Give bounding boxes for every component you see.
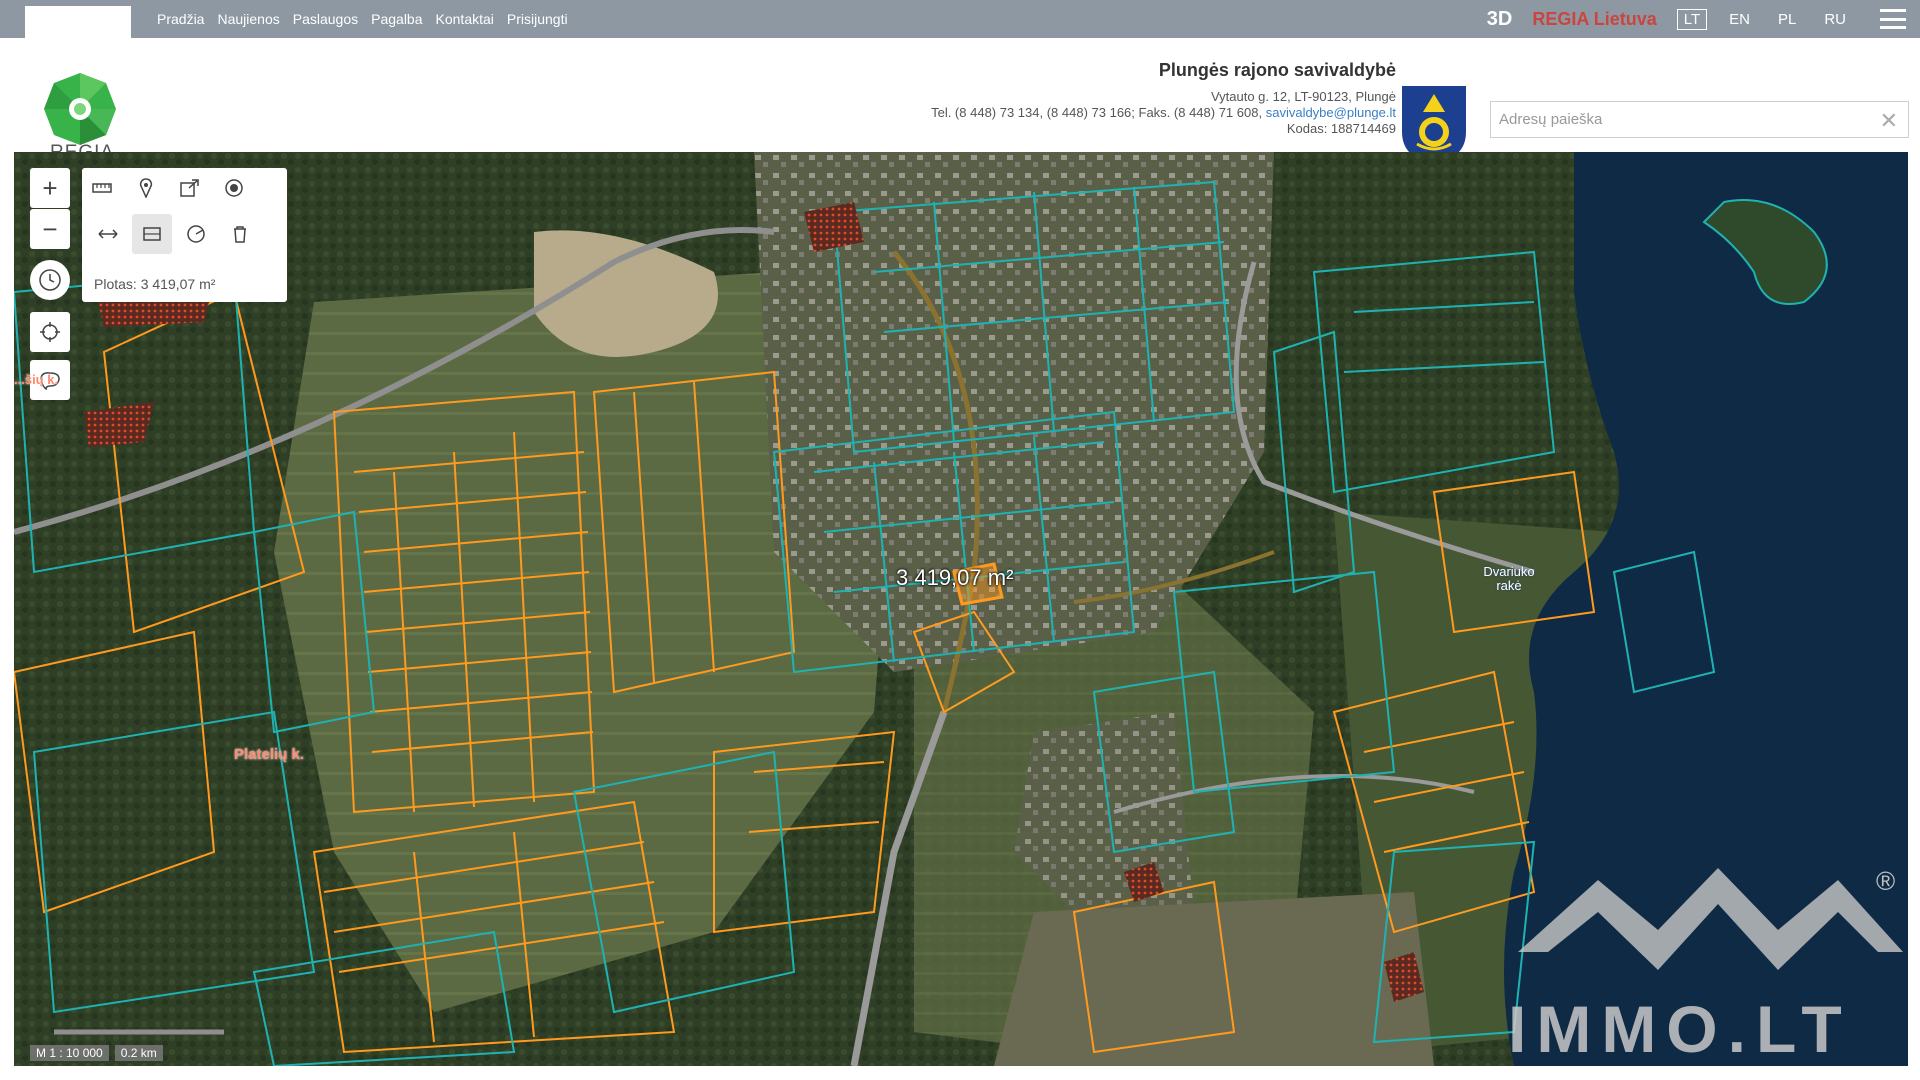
measure-result-label: 3 419,07 m² [896, 565, 1014, 590]
ruler-icon[interactable] [82, 168, 122, 208]
nav-item-prisijungti[interactable]: Prisijungti [507, 11, 568, 27]
municipality-title: Plungės rajono savivaldybė [1158, 60, 1396, 80]
measure-radius-icon[interactable] [176, 214, 216, 254]
lake-label: Dvariuko rakė [1483, 564, 1535, 593]
hamburger-menu-icon[interactable] [1880, 9, 1906, 29]
lang-pl[interactable]: PL [1772, 10, 1802, 29]
municipality-phones: Tel. (8 448) 73 134, (8 448) 73 166; Fak… [931, 105, 1263, 120]
clear-search-icon[interactable]: ✕ [1880, 108, 1898, 134]
municipality-address: Vytauto g. 12, LT-90123, Plungė [1210, 89, 1396, 104]
scale-distance: 0.2 km [114, 1045, 163, 1061]
top-navigation-bar: Pradžia Naujienos Paslaugos Pagalba Kont… [0, 0, 1920, 38]
scale-ratio: M 1 : 10 000 [30, 1045, 109, 1061]
town-label: Platelių k. [234, 746, 305, 763]
nav-item-pagalba[interactable]: Pagalba [371, 11, 422, 27]
lang-lt[interactable]: LT [1676, 8, 1708, 30]
main-nav: Pradžia Naujienos Paslaugos Pagalba Kont… [157, 0, 568, 38]
logo-tab [25, 6, 131, 38]
municipality-email-link[interactable]: savivaldybe@plunge.lt [1266, 105, 1396, 120]
measure-area-icon[interactable] [132, 214, 172, 254]
lang-en[interactable]: EN [1723, 10, 1756, 29]
history-clock-icon[interactable] [30, 260, 70, 300]
3d-toggle-button[interactable]: 3D [1487, 8, 1513, 31]
share-icon[interactable] [170, 168, 210, 208]
measure-distance-icon[interactable] [88, 214, 128, 254]
regia-lietuva-link[interactable]: REGIA Lietuva [1532, 9, 1656, 30]
immo-watermark-logo: IMMO.LT ® [1508, 866, 1903, 1066]
address-search-input[interactable] [1491, 102, 1861, 137]
address-search-box: ✕ [1490, 101, 1909, 138]
zoom-out-button[interactable]: − [30, 209, 70, 249]
area-measurement-text: Plotas: 3 419,07 m² [94, 276, 216, 292]
map-scale: M 1 : 10 000 0.2 km [30, 1045, 163, 1061]
locate-me-icon[interactable] [30, 312, 70, 352]
map-canvas[interactable]: + − Plotas: 3 419,07 m² 3 419,07 m² Plat… [14, 152, 1908, 1066]
zoom-in-button[interactable]: + [30, 168, 70, 208]
map-pin-icon[interactable] [126, 168, 166, 208]
nav-item-paslaugos[interactable]: Paslaugos [293, 11, 358, 27]
nav-item-kontaktai[interactable]: Kontaktai [436, 11, 494, 27]
record-target-icon[interactable] [214, 168, 254, 208]
registered-mark: ® [1876, 866, 1895, 896]
header: REGIA Plungės rajono savivaldybė Vytauto… [0, 38, 1920, 164]
municipality-contacts: Tel. (8 448) 73 134, (8 448) 73 166; Fak… [931, 105, 1396, 121]
watermark-text: IMMO.LT [1508, 992, 1852, 1066]
top-right-controls: 3D REGIA Lietuva LT EN PL RU [1487, 0, 1920, 38]
nav-item-naujienos[interactable]: Naujienos [217, 11, 279, 27]
municipality-code: Kodas: 188714469 [1286, 121, 1396, 136]
lang-ru[interactable]: RU [1818, 10, 1852, 29]
municipality-info: Plungės rajono savivaldybė Vytauto g. 12… [931, 60, 1396, 137]
nav-item-pradzia[interactable]: Pradžia [157, 11, 204, 27]
delete-trash-icon[interactable] [220, 214, 260, 254]
village-label: ...šių k. [14, 372, 59, 387]
